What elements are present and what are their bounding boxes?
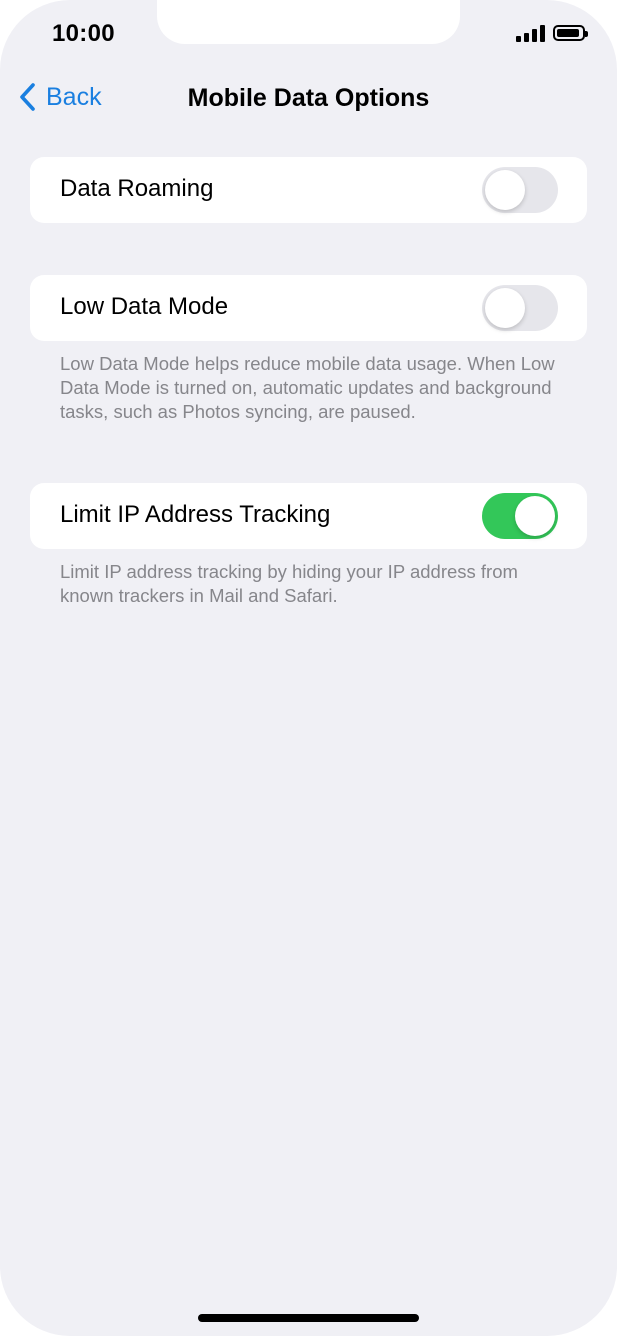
low-data-mode-toggle[interactable] — [482, 285, 558, 331]
settings-row-data-roaming: Data Roaming — [30, 157, 587, 223]
settings-row-low-data-mode: Low Data Mode — [30, 275, 587, 341]
status-time: 10:00 — [52, 20, 115, 47]
navigation-bar: Back Mobile Data Options — [0, 72, 617, 126]
settings-row-limit-ip-tracking: Limit IP Address Tracking — [30, 483, 587, 549]
battery-icon — [553, 25, 588, 41]
limit-ip-tracking-footnote: Limit IP address tracking by hiding your… — [60, 561, 518, 606]
row-label-limit-ip-tracking: Limit IP Address Tracking — [60, 501, 331, 528]
toggle-knob — [515, 496, 555, 536]
home-indicator[interactable] — [198, 1314, 419, 1322]
toggle-knob — [485, 170, 525, 210]
toggle-knob — [485, 288, 525, 328]
cellular-signal-icon — [516, 24, 545, 42]
notch — [157, 0, 460, 44]
low-data-mode-footnote: Low Data Mode helps reduce mobile data u… — [60, 353, 555, 422]
phone-screen: 10:00 Back Mobile Data Options Data Roam… — [0, 0, 617, 1336]
data-roaming-toggle[interactable] — [482, 167, 558, 213]
row-label-low-data-mode: Low Data Mode — [60, 293, 229, 320]
row-label-data-roaming: Data Roaming — [60, 175, 214, 202]
status-icons — [516, 24, 588, 42]
limit-ip-tracking-toggle[interactable] — [482, 493, 558, 539]
page-title: Mobile Data Options — [187, 84, 430, 112]
battery-fill — [557, 29, 579, 37]
